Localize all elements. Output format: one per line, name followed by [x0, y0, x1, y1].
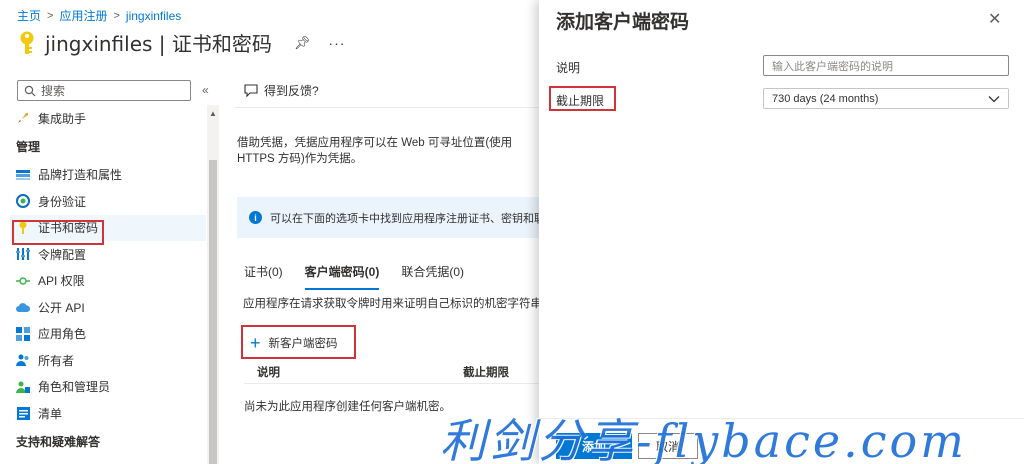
collapse-sidebar-icon[interactable]: «	[202, 83, 209, 97]
cloud-icon	[16, 300, 30, 314]
info-icon: i	[249, 211, 262, 224]
sidebar: 集成助手 管理 品牌打造和属性 身份验证 证书和密码 令牌配置 API 权限 公…	[10, 105, 206, 457]
token-config-icon	[16, 247, 30, 261]
table-header: 说明 截止期限	[244, 360, 540, 384]
add-client-secret-panel: 添加客户端密码 ✕ 说明 输入此客户端密码的说明 截止期限 730 days (…	[539, 0, 1024, 464]
tab-federated-credentials[interactable]: 联合凭据(0)	[401, 263, 464, 290]
tab-bar: 证书(0) 客户端密码(0) 联合凭据(0)	[244, 263, 464, 290]
roles-admins-icon	[16, 380, 30, 394]
breadcrumb: 主页 > 应用注册 > jingxinfiles	[17, 7, 181, 24]
sidebar-item-integration-assistant[interactable]: 集成助手	[10, 105, 206, 132]
sidebar-item-label: 所有者	[38, 353, 75, 368]
breadcrumb-app[interactable]: jingxinfiles	[126, 9, 181, 23]
sidebar-item-label: API 权限	[38, 274, 85, 289]
expires-value: 730 days (24 months)	[772, 92, 879, 105]
sidebar-item-label: 公开 API	[38, 300, 85, 315]
feedback-label: 得到反馈?	[264, 84, 319, 98]
sidebar-search-input[interactable]: 搜索	[17, 80, 191, 101]
sidebar-item-label: 应用角色	[38, 327, 87, 342]
expires-select[interactable]: 730 days (24 months)	[763, 88, 1009, 109]
page-header: jingxinfiles | 证书和密码 📌︎ ···	[17, 28, 345, 57]
sidebar-item-manifest[interactable]: 清单	[10, 400, 206, 427]
breadcrumb-app-registrations[interactable]: 应用注册	[59, 7, 107, 24]
tab-description: 应用程序在请求获取令牌时用来证明自己标识的机密字符串。	[243, 298, 540, 310]
branding-icon	[16, 168, 30, 182]
tab-client-secrets[interactable]: 客户端密码(0)	[304, 263, 380, 290]
key-icon	[20, 31, 34, 54]
panel-footer-divider	[539, 418, 1024, 419]
scrollbar-thumb[interactable]	[209, 160, 217, 464]
breadcrumb-home[interactable]: 主页	[17, 7, 41, 24]
sidebar-item-app-roles[interactable]: 应用角色	[10, 321, 206, 348]
description-label: 说明	[556, 61, 581, 75]
sidebar-section-manage: 管理	[16, 140, 41, 154]
search-placeholder: 搜索	[41, 84, 66, 98]
pin-icon[interactable]: 📌︎	[294, 35, 311, 51]
sidebar-item-expose-api[interactable]: 公开 API	[10, 294, 206, 321]
sidebar-item-label: 身份验证	[38, 194, 87, 209]
close-icon[interactable]: ✕	[988, 9, 1001, 29]
sidebar-section-support: 支持和疑难解答	[16, 435, 101, 449]
sidebar-item-label: 角色和管理员	[38, 380, 111, 395]
feedback-button[interactable]: 得到反馈?	[244, 82, 319, 99]
sidebar-item-label: 品牌打造和属性	[38, 168, 123, 183]
sidebar-item-label: 清单	[38, 406, 63, 421]
owners-icon	[16, 353, 30, 367]
search-icon	[24, 85, 36, 96]
highlight-box-new-secret	[241, 325, 356, 359]
chevron-right-icon: >	[47, 9, 54, 22]
cancel-button[interactable]: 取消	[638, 433, 698, 459]
add-button[interactable]: 添加	[556, 433, 632, 459]
rocket-icon	[16, 111, 30, 125]
info-text: 可以在下面的选项卡中找到应用程序注册证书、密钥和联合凭	[270, 212, 540, 225]
page-title: jingxinfiles | 证书和密码	[45, 32, 272, 56]
sidebar-item-roles-admins[interactable]: 角色和管理员	[10, 374, 206, 401]
authentication-icon	[16, 194, 30, 209]
sidebar-scrollbar[interactable]: ▲	[207, 105, 219, 464]
chevron-down-icon	[988, 95, 1000, 102]
column-header-description: 说明	[257, 367, 280, 379]
sidebar-item-owners[interactable]: 所有者	[10, 347, 206, 374]
info-banner: i 可以在下面的选项卡中找到应用程序注册证书、密钥和联合凭	[237, 197, 540, 238]
empty-table-message: 尚未为此应用程序创建任何客户端机密。	[244, 401, 451, 413]
divider	[234, 107, 544, 108]
manifest-icon	[16, 406, 30, 420]
sidebar-item-authentication[interactable]: 身份验证	[10, 188, 206, 215]
more-options-icon[interactable]: ···	[328, 35, 345, 51]
api-permissions-icon	[16, 274, 30, 288]
highlight-box-expires	[549, 86, 616, 111]
chevron-right-icon: >	[113, 9, 120, 22]
sidebar-item-label: 令牌配置	[38, 247, 87, 262]
scroll-up-icon[interactable]: ▲	[209, 109, 217, 118]
tab-certificates[interactable]: 证书(0)	[244, 263, 283, 290]
description-input[interactable]: 输入此客户端密码的说明	[763, 55, 1009, 76]
sidebar-item-label: 集成助手	[38, 111, 87, 126]
sidebar-item-branding[interactable]: 品牌打造和属性	[10, 162, 206, 189]
feedback-icon	[244, 83, 258, 97]
app-roles-icon	[16, 326, 30, 341]
sidebar-item-api-permissions[interactable]: API 权限	[10, 268, 206, 295]
column-header-expires: 截止期限	[463, 367, 509, 379]
panel-title: 添加客户端密码	[556, 12, 690, 33]
page-description: 借助凭据，凭据应用程序可以在 Web 可寻址位置(使用 HTTPS 方码)作为凭…	[237, 137, 513, 165]
highlight-box-sidebar	[12, 220, 104, 245]
